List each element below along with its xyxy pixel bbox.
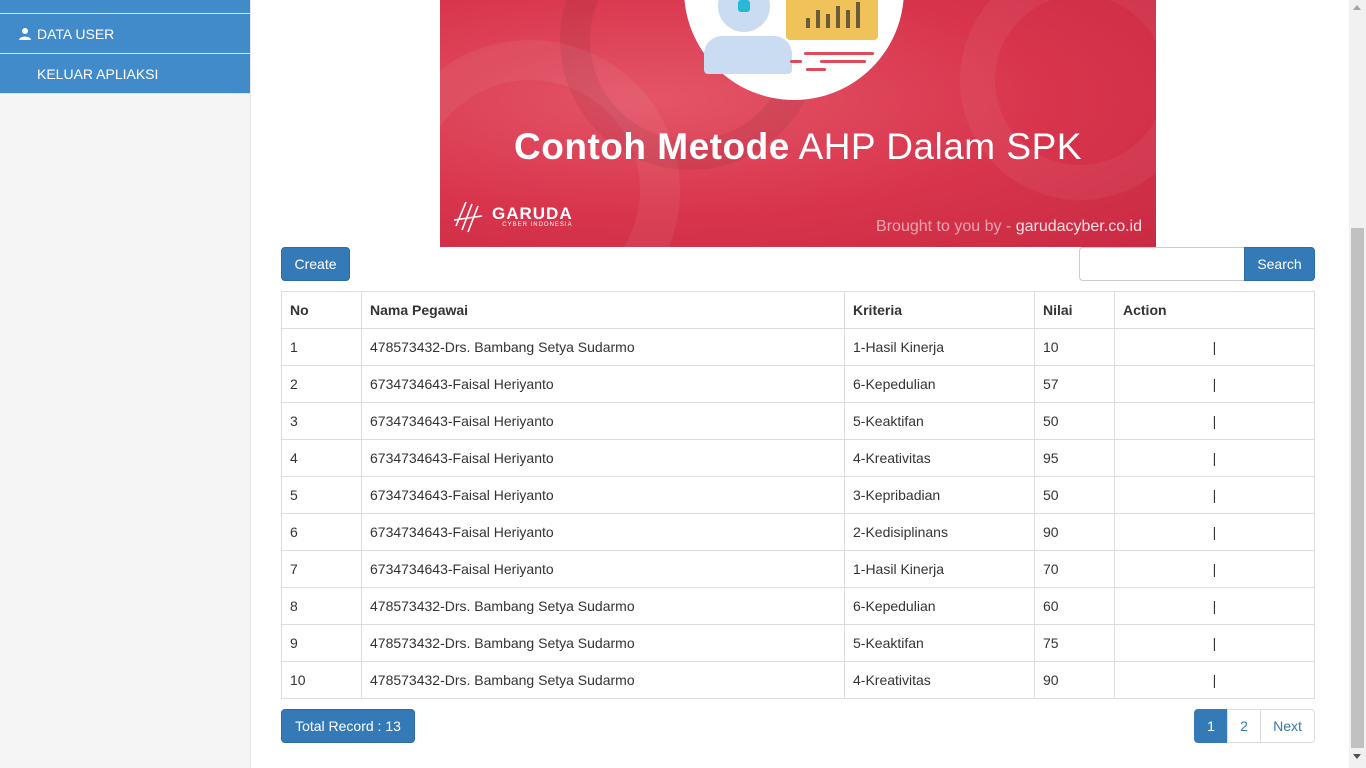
banner-image: Contoh Metode AHP Dalam SPK GARUDA CYBER… — [440, 0, 1156, 247]
cell-kriteria: 5-Keaktifan — [844, 402, 1035, 440]
cell-kriteria: 4-Kreativitas — [844, 661, 1035, 699]
vertical-scrollbar[interactable] — [1349, 0, 1366, 768]
table-row: 5 6734734643-Faisal Heriyanto 3-Kepribad… — [281, 476, 1315, 514]
cell-nilai: 90 — [1034, 513, 1115, 551]
create-button[interactable]: Create — [281, 247, 350, 281]
garuda-logo-icon — [453, 201, 483, 233]
cell-no: 7 — [281, 550, 362, 588]
table-row: 8 478573432-Drs. Bambang Setya Sudarmo 6… — [281, 587, 1315, 625]
garuda-logo: GARUDA CYBER INDONESIA — [452, 196, 573, 236]
column-header-action: Action — [1114, 291, 1315, 329]
cell-no: 3 — [281, 402, 362, 440]
table-row: 10 478573432-Drs. Bambang Setya Sudarmo … — [281, 661, 1315, 699]
cell-nama: 6734734643-Faisal Heriyanto — [361, 476, 845, 514]
chart-illustration-icon — [786, 0, 878, 40]
cell-kriteria: 1-Hasil Kinerja — [844, 550, 1035, 588]
column-header-nilai: Nilai — [1034, 291, 1115, 329]
table-row: 4 6734734643-Faisal Heriyanto 4-Kreativi… — [281, 439, 1315, 477]
total-record-badge[interactable]: Total Record : 13 — [281, 709, 415, 743]
table-row: 9 478573432-Drs. Bambang Setya Sudarmo 5… — [281, 624, 1315, 662]
cell-no: 6 — [281, 513, 362, 551]
table-row: 7 6734734643-Faisal Heriyanto 1-Hasil Ki… — [281, 550, 1315, 588]
column-header-no: No — [281, 291, 362, 329]
cell-action[interactable]: | — [1114, 365, 1315, 403]
data-table: No Nama Pegawai Kriteria Nilai Action 1 … — [281, 291, 1315, 699]
cell-nilai: 50 — [1034, 402, 1115, 440]
cell-kriteria: 6-Kepedulian — [844, 365, 1035, 403]
search-button[interactable]: Search — [1244, 247, 1315, 281]
table-row: 6 6734734643-Faisal Heriyanto 2-Kedisipl… — [281, 513, 1315, 551]
cell-nama: 6734734643-Faisal Heriyanto — [361, 439, 845, 477]
cell-action[interactable]: | — [1114, 476, 1315, 514]
search-input[interactable] — [1079, 247, 1245, 281]
cell-nama: 478573432-Drs. Bambang Setya Sudarmo — [361, 624, 845, 662]
cell-nama: 6734734643-Faisal Heriyanto — [361, 550, 845, 588]
cell-no: 1 — [281, 328, 362, 366]
column-header-kriteria: Kriteria — [844, 291, 1035, 329]
cell-nama: 6734734643-Faisal Heriyanto — [361, 365, 845, 403]
cell-action[interactable]: | — [1114, 402, 1315, 440]
scroll-down-arrow-icon[interactable] — [1353, 754, 1361, 759]
pagination: 1 2 Next — [1194, 709, 1315, 743]
cell-nilai: 60 — [1034, 587, 1115, 625]
cell-action[interactable]: | — [1114, 328, 1315, 366]
cell-action[interactable]: | — [1114, 550, 1315, 588]
cell-nilai: 10 — [1034, 328, 1115, 366]
table-header-row: No Nama Pegawai Kriteria Nilai Action — [281, 291, 1315, 329]
column-header-nama-pegawai: Nama Pegawai — [361, 291, 845, 329]
cell-nilai: 70 — [1034, 550, 1115, 588]
cell-nilai: 57 — [1034, 365, 1115, 403]
cell-no: 10 — [281, 661, 362, 699]
cell-nilai: 50 — [1034, 476, 1115, 514]
table-row: 2 6734734643-Faisal Heriyanto 6-Kepeduli… — [281, 365, 1315, 403]
cell-kriteria: 2-Kedisiplinans — [844, 513, 1035, 551]
sidebar-item-previous[interactable] — [0, 0, 250, 14]
cell-action[interactable]: | — [1114, 513, 1315, 551]
cell-no: 2 — [281, 365, 362, 403]
cell-kriteria: 1-Hasil Kinerja — [844, 328, 1035, 366]
scroll-up-arrow-icon[interactable] — [1353, 5, 1361, 10]
cell-no: 9 — [281, 624, 362, 662]
cell-kriteria: 6-Kepedulian — [844, 587, 1035, 625]
cell-action[interactable]: | — [1114, 587, 1315, 625]
user-icon — [19, 27, 31, 40]
sidebar: DATA USER KELUAR APLIAKSI — [0, 0, 251, 768]
cell-action[interactable]: | — [1114, 624, 1315, 662]
cell-nilai: 95 — [1034, 439, 1115, 477]
sidebar-item-keluar-aplikasi[interactable]: KELUAR APLIAKSI — [0, 54, 250, 94]
cell-no: 5 — [281, 476, 362, 514]
cell-kriteria: 4-Kreativitas — [844, 439, 1035, 477]
table-row: 3 6734734643-Faisal Heriyanto 5-Keaktifa… — [281, 402, 1315, 440]
cell-action[interactable]: | — [1114, 439, 1315, 477]
sidebar-item-data-user[interactable]: DATA USER — [0, 14, 250, 54]
scrollbar-thumb[interactable] — [1351, 228, 1364, 748]
cell-no: 8 — [281, 587, 362, 625]
cell-nilai: 90 — [1034, 661, 1115, 699]
cell-nama: 6734734643-Faisal Heriyanto — [361, 513, 845, 551]
sidebar-item-label: KELUAR APLIAKSI — [37, 65, 159, 82]
cell-nama: 6734734643-Faisal Heriyanto — [361, 402, 845, 440]
sidebar-item-label: DATA USER — [37, 25, 115, 42]
cell-nilai: 75 — [1034, 624, 1115, 662]
page-1-link[interactable]: 1 — [1194, 709, 1228, 743]
page-2-link[interactable]: 2 — [1227, 709, 1261, 743]
cell-nama: 478573432-Drs. Bambang Setya Sudarmo — [361, 328, 845, 366]
cell-nama: 478573432-Drs. Bambang Setya Sudarmo — [361, 661, 845, 699]
cell-action[interactable]: | — [1114, 661, 1315, 699]
banner-credit: Brought to you by - garudacyber.co.id — [876, 218, 1142, 235]
table-row: 1 478573432-Drs. Bambang Setya Sudarmo 1… — [281, 328, 1315, 366]
cell-no: 4 — [281, 439, 362, 477]
cell-nama: 478573432-Drs. Bambang Setya Sudarmo — [361, 587, 845, 625]
cell-kriteria: 5-Keaktifan — [844, 624, 1035, 662]
cell-kriteria: 3-Kepribadian — [844, 476, 1035, 514]
banner-title: Contoh Metode AHP Dalam SPK — [514, 126, 1082, 167]
next-page-link[interactable]: Next — [1260, 709, 1315, 743]
